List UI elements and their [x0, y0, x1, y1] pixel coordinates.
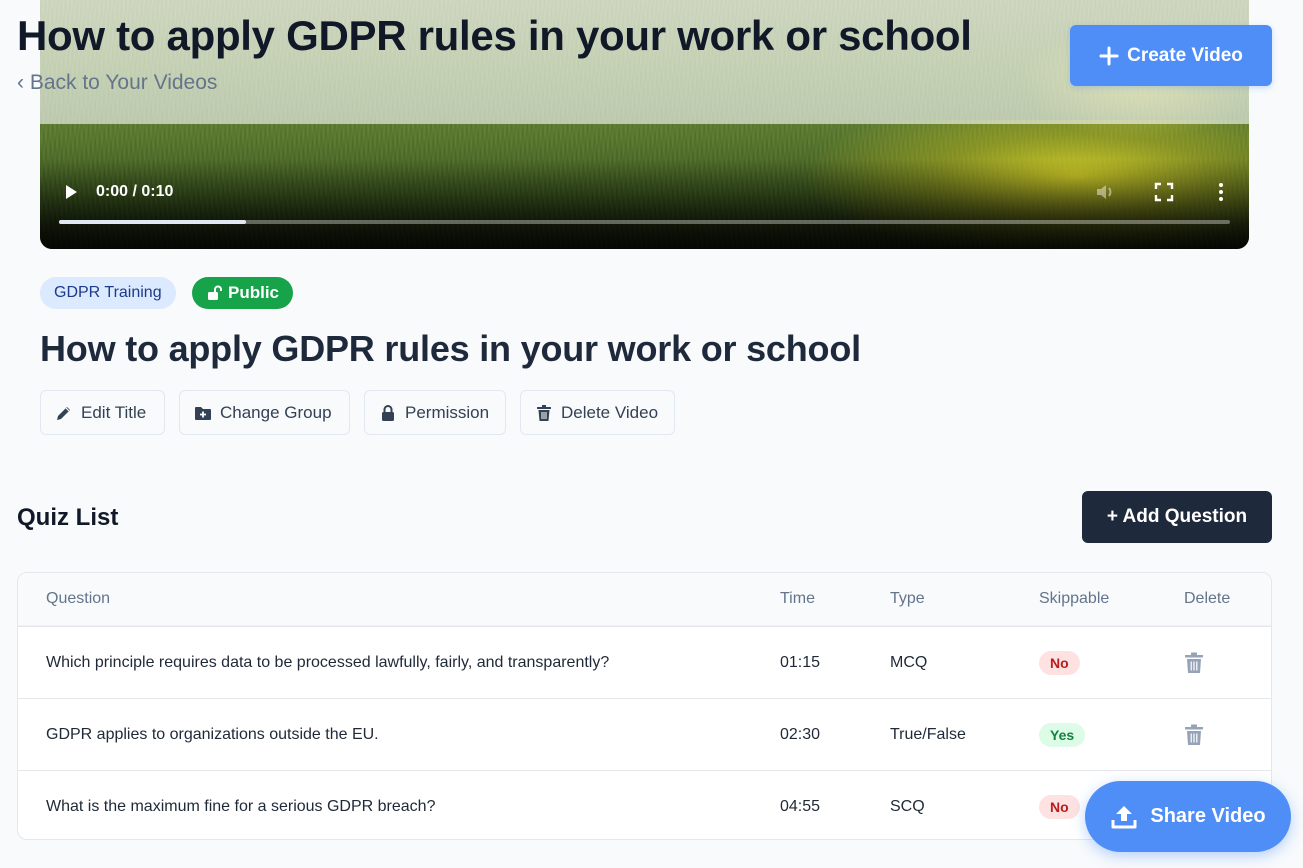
group-badge: GDPR Training — [40, 277, 176, 309]
share-video-label: Share Video — [1150, 805, 1266, 827]
skippable-badge: Yes — [1039, 722, 1086, 747]
visibility-badge-label: Public — [228, 283, 280, 302]
table-row[interactable]: Which principle requires data to be proc… — [18, 626, 1271, 698]
video-progress-bar[interactable] — [59, 220, 1230, 224]
edit-title-button[interactable]: Edit Title — [40, 390, 165, 435]
table-header: Question Time Type Skippable Delete — [18, 573, 1271, 626]
table-row[interactable]: GDPR applies to organizations outside th… — [18, 698, 1271, 770]
delete-question-button[interactable] — [1184, 724, 1204, 746]
skippable-badge: No — [1039, 794, 1080, 819]
lock-icon — [382, 404, 394, 421]
page-title: How to apply GDPR rules in your work or … — [17, 12, 972, 59]
delete-video-label: Delete Video — [561, 402, 659, 422]
delete-question-button[interactable] — [1184, 652, 1204, 674]
quiz-table: Question Time Type Skippable Delete Whic… — [17, 572, 1272, 840]
permission-button[interactable]: Permission — [364, 390, 506, 435]
video-time: 0:00 / 0:10 — [96, 183, 174, 200]
column-header-time: Time — [780, 590, 815, 607]
time-cell: 04:55 — [780, 797, 821, 815]
more-options-icon[interactable] — [1210, 181, 1232, 203]
column-header-question: Question — [46, 590, 111, 607]
type-cell: MCQ — [890, 653, 928, 671]
column-header-delete: Delete — [1184, 590, 1231, 607]
skippable-cell: Yes — [1039, 722, 1086, 747]
type-cell: SCQ — [890, 797, 925, 815]
play-icon[interactable] — [62, 183, 80, 201]
plus-icon — [1099, 46, 1119, 65]
trash-icon — [1185, 652, 1203, 673]
skippable-cell: No — [1039, 650, 1080, 675]
column-header-type: Type — [890, 590, 925, 607]
table-row[interactable]: What is the maximum fine for a serious G… — [18, 770, 1271, 839]
trash-icon — [1185, 724, 1203, 745]
create-video-button[interactable]: Create Video — [1070, 25, 1272, 86]
trash-icon — [537, 404, 551, 421]
permission-label: Permission — [405, 402, 490, 422]
add-question-button[interactable]: + Add Question — [1082, 491, 1272, 543]
create-video-label: Create Video — [1127, 44, 1243, 66]
video-controls-shade — [40, 159, 1249, 249]
back-link[interactable]: ‹ Back to Your Videos — [17, 71, 217, 95]
visibility-badge: Public — [192, 277, 294, 309]
pencil-icon — [57, 406, 70, 420]
type-cell: True/False — [890, 725, 966, 743]
skippable-cell: No — [1039, 794, 1080, 819]
change-group-button[interactable]: Change Group — [179, 390, 350, 435]
volume-icon[interactable] — [1094, 181, 1116, 203]
fullscreen-icon[interactable] — [1154, 182, 1174, 202]
share-video-button[interactable]: Share Video — [1085, 781, 1291, 852]
question-cell: GDPR applies to organizations outside th… — [46, 725, 379, 743]
upload-icon — [1111, 805, 1137, 828]
skippable-badge: No — [1039, 650, 1080, 675]
column-header-skippable: Skippable — [1039, 590, 1110, 607]
time-cell: 01:15 — [780, 653, 821, 671]
question-cell: Which principle requires data to be proc… — [46, 653, 610, 671]
group-badge-label: GDPR Training — [54, 284, 162, 301]
folder-plus-icon — [195, 406, 211, 420]
question-cell: What is the maximum fine for a serious G… — [46, 797, 436, 815]
video-title: How to apply GDPR rules in your work or … — [40, 328, 861, 369]
time-cell: 02:30 — [780, 725, 821, 743]
video-progress-fill — [59, 220, 247, 224]
edit-title-label: Edit Title — [81, 402, 147, 422]
change-group-label: Change Group — [220, 402, 332, 422]
delete-video-button[interactable]: Delete Video — [520, 390, 675, 435]
quiz-list-heading: Quiz List — [17, 504, 119, 531]
unlock-icon — [208, 285, 222, 300]
